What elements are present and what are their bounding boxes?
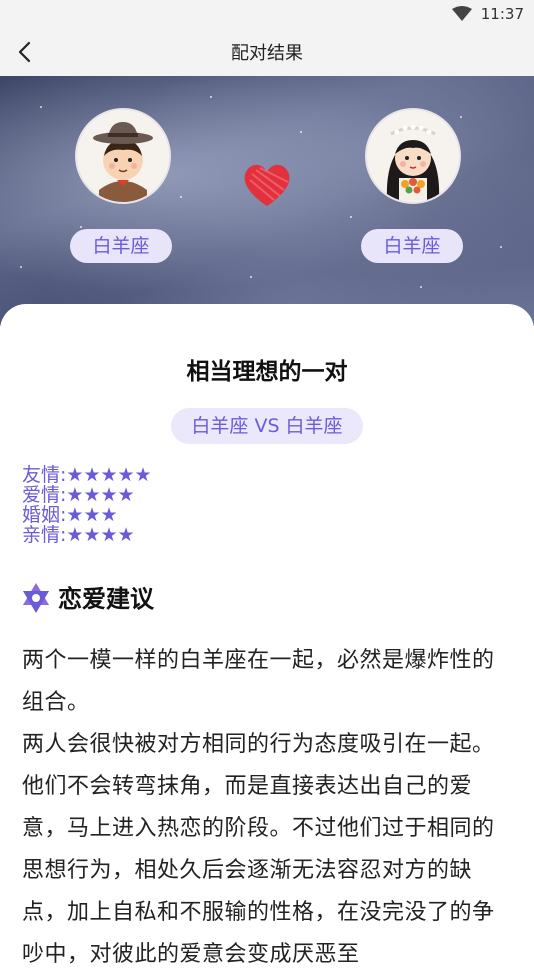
rating-label: 友情: [22, 464, 67, 486]
advice-paragraph: 两人会很快被对方相同的行为态度吸引在一起。他们不会转弯抹角，而是直接表达出自己的… [22, 732, 495, 967]
heart-icon [240, 160, 294, 210]
wifi-icon [452, 6, 472, 26]
rating-row-love: 爱情:★★★★ [22, 485, 152, 505]
rating-row-friendship: 友情:★★★★★ [22, 465, 152, 485]
star-of-david-icon [20, 582, 52, 614]
rating-stars: ★★★★ [66, 524, 135, 546]
right-sign-pill: 白羊座 [361, 229, 463, 263]
advice-text: 两个一模一样的白羊座在一起，必然是爆炸性的组合。 两人会很快被对方相同的行为态度… [22, 640, 514, 976]
status-bar: 11:37 [0, 0, 534, 28]
status-time: 11:37 [480, 5, 524, 23]
left-sign-pill: 白羊座 [70, 229, 172, 263]
nav-bar: 配对结果 [0, 28, 534, 76]
result-title: 相当理想的一对 [186, 359, 348, 385]
boy-avatar-icon [75, 108, 171, 204]
advice-paragraph: 两个一模一样的白羊座在一起，必然是爆炸性的组合。 [22, 648, 495, 715]
rating-stars: ★★★★★ [66, 464, 152, 486]
rating-label: 婚姻: [22, 504, 67, 526]
rating-label: 亲情: [22, 524, 67, 546]
rating-label: 爱情: [22, 484, 67, 506]
rating-stars: ★★★★ [66, 484, 135, 506]
ratings-list: 友情:★★★★★ 爱情:★★★★ 婚姻:★★★ 亲情:★★★★ [22, 465, 152, 545]
girl-avatar-icon [365, 108, 461, 204]
rating-stars: ★★★ [66, 504, 118, 526]
advice-heading-label: 恋爱建议 [58, 585, 154, 613]
rating-row-marriage: 婚姻:★★★ [22, 505, 152, 525]
vs-pill: 白羊座 VS 白羊座 [171, 408, 363, 444]
page-title: 配对结果 [231, 43, 303, 64]
rating-row-family: 亲情:★★★★ [22, 525, 152, 545]
